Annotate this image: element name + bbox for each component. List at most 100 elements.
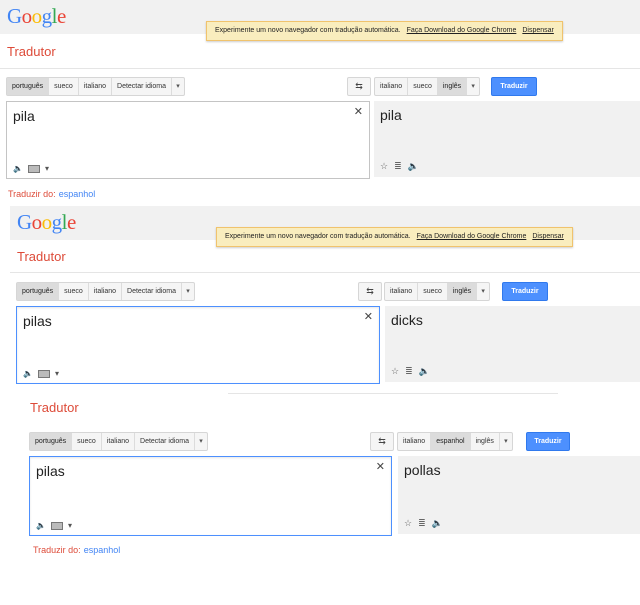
target-lang-espanhol[interactable]: espanhol [431, 433, 471, 450]
star-icon[interactable]: ☆ [391, 366, 399, 377]
source-text[interactable]: pilas [23, 313, 52, 329]
chevron-down-icon[interactable]: ▾ [500, 433, 512, 450]
translation-output-box: pollas ☆ ≣ 🔈 [398, 456, 640, 534]
speaker-icon[interactable]: 🔈 [432, 518, 443, 529]
logo-letter: g [51, 210, 63, 234]
target-language-bar: italiano sueco inglês ▾ [384, 282, 491, 301]
chevron-down-icon[interactable]: ▾ [45, 164, 49, 173]
target-lang-ingles[interactable]: inglês [471, 433, 500, 450]
chevron-down-icon[interactable]: ▾ [195, 433, 207, 450]
speaker-icon[interactable]: 🔈 [419, 366, 430, 377]
google-logo[interactable]: Google [7, 4, 66, 29]
banner-text: Experimente um novo navegador com traduç… [215, 27, 401, 34]
translate-button[interactable]: Traduzir [502, 282, 548, 301]
divider [10, 272, 640, 273]
source-lang-portugues[interactable]: português [17, 283, 60, 300]
logo-letter: g [41, 4, 53, 28]
source-lang-portugues[interactable]: português [7, 78, 50, 95]
list-icon[interactable]: ≣ [394, 161, 402, 172]
source-tools: 🔈 ▾ [23, 369, 59, 378]
source-tools: 🔈 ▾ [36, 521, 72, 530]
divider [228, 393, 558, 394]
close-icon[interactable]: ✕ [354, 105, 363, 118]
source-text-box[interactable]: pilas ✕ 🔈 ▾ [16, 306, 380, 384]
source-lang-detect[interactable]: Detectar idioma [122, 283, 183, 300]
output-tools: ☆ ≣ 🔈 [380, 161, 419, 172]
dismiss-link[interactable]: Dispensar [532, 233, 564, 240]
logo-letter: e [67, 210, 76, 234]
logo-letter: G [7, 4, 22, 28]
close-icon[interactable]: ✕ [376, 460, 385, 473]
download-chrome-link[interactable]: Faça Download do Google Chrome [407, 27, 517, 34]
source-lang-sueco[interactable]: sueco [59, 283, 89, 300]
speaker-icon[interactable]: 🔈 [36, 521, 46, 530]
chevron-down-icon[interactable]: ▾ [172, 78, 184, 95]
chrome-promo-banner: Experimente um novo navegador com traduç… [206, 21, 563, 41]
banner-text: Experimente um novo navegador com traduç… [225, 233, 411, 240]
source-lang-sueco[interactable]: sueco [72, 433, 102, 450]
source-lang-italiano[interactable]: italiano [79, 78, 113, 95]
keyboard-icon[interactable] [37, 369, 50, 378]
translate-from-lang-link[interactable]: espanhol [59, 189, 96, 199]
source-lang-italiano[interactable]: italiano [89, 283, 123, 300]
target-lang-sueco[interactable]: sueco [408, 78, 438, 95]
star-icon[interactable]: ☆ [380, 161, 388, 172]
source-text[interactable]: pilas [36, 463, 65, 479]
keyboard-icon[interactable] [50, 521, 63, 530]
speaker-icon[interactable]: 🔈 [13, 164, 23, 173]
source-lang-detect[interactable]: Detectar idioma [112, 78, 173, 95]
source-lang-italiano[interactable]: italiano [102, 433, 136, 450]
swap-languages-icon[interactable]: ⇆ [358, 282, 382, 301]
target-lang-ingles[interactable]: inglês [437, 78, 468, 95]
source-lang-portugues[interactable]: português [30, 433, 73, 450]
speaker-icon[interactable]: 🔈 [23, 369, 33, 378]
chevron-down-icon[interactable]: ▾ [68, 521, 72, 530]
source-language-bar: português sueco italiano Detectar idioma… [6, 77, 186, 96]
target-lang-italiano[interactable]: italiano [398, 433, 432, 450]
swap-languages-icon[interactable]: ⇆ [347, 77, 371, 96]
source-lang-detect[interactable]: Detectar idioma [135, 433, 196, 450]
star-icon[interactable]: ☆ [404, 518, 412, 529]
chrome-promo-banner: Experimente um novo navegador com traduç… [216, 227, 573, 247]
output-tools: ☆ ≣ 🔈 [391, 366, 430, 377]
chevron-down-icon[interactable]: ▾ [467, 78, 479, 95]
source-text[interactable]: pila [13, 108, 35, 124]
keyboard-icon[interactable] [27, 164, 40, 173]
translated-text: dicks [391, 312, 423, 328]
app-title: Tradutor [7, 44, 56, 59]
translate-button[interactable]: Traduzir [491, 77, 537, 96]
target-lang-italiano[interactable]: italiano [385, 283, 419, 300]
list-icon[interactable]: ≣ [405, 366, 413, 377]
source-lang-sueco[interactable]: sueco [49, 78, 79, 95]
swap-languages-icon[interactable]: ⇆ [370, 432, 394, 451]
translate-from-suggestion: Traduzir do: espanhol [8, 189, 95, 199]
logo-letter: o [41, 210, 53, 234]
translation-output-box: pila ☆ ≣ 🔈 [374, 101, 640, 177]
translate-from-label: Traduzir do: [8, 189, 56, 199]
list-icon[interactable]: ≣ [418, 518, 426, 529]
chevron-down-icon[interactable]: ▾ [477, 283, 489, 300]
target-lang-italiano[interactable]: italiano [375, 78, 409, 95]
target-lang-sueco[interactable]: sueco [418, 283, 448, 300]
translated-text: pila [380, 107, 402, 123]
source-language-bar: português sueco italiano Detectar idioma… [16, 282, 196, 301]
logo-letter: G [17, 210, 32, 234]
close-icon[interactable]: ✕ [364, 310, 373, 323]
download-chrome-link[interactable]: Faça Download do Google Chrome [417, 233, 527, 240]
translation-output-box: dicks ☆ ≣ 🔈 [385, 306, 640, 382]
source-text-box[interactable]: pila ✕ 🔈 ▾ [6, 101, 370, 179]
chevron-down-icon[interactable]: ▾ [182, 283, 194, 300]
google-logo[interactable]: Google [17, 210, 76, 235]
logo-letter: o [31, 210, 43, 234]
chevron-down-icon[interactable]: ▾ [55, 369, 59, 378]
target-language-bar: italiano espanhol inglês ▾ [397, 432, 513, 451]
target-lang-ingles[interactable]: inglês [447, 283, 478, 300]
dismiss-link[interactable]: Dispensar [522, 27, 554, 34]
target-language-bar: italiano sueco inglês ▾ [374, 77, 481, 96]
translate-from-lang-link[interactable]: espanhol [84, 545, 121, 555]
app-title: Tradutor [30, 400, 79, 415]
source-tools: 🔈 ▾ [13, 164, 49, 173]
source-text-box[interactable]: pilas ✕ 🔈 ▾ [29, 456, 392, 536]
translate-button[interactable]: Traduzir [526, 432, 570, 451]
speaker-icon[interactable]: 🔈 [408, 161, 419, 172]
